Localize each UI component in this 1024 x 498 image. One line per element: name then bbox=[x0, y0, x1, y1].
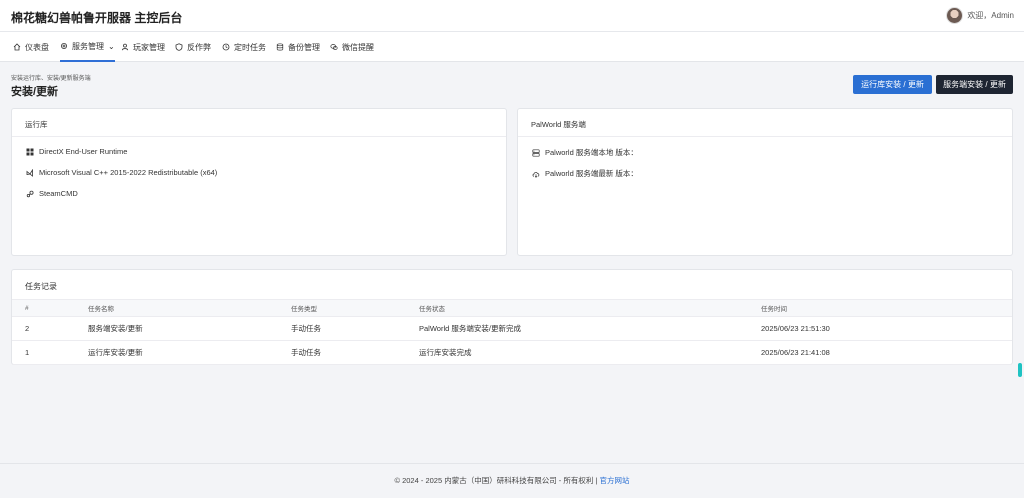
task-table: # 任务名称 任务类型 任务状态 任务时间 2 服务端安装/更新 手动任务 Pa… bbox=[12, 299, 1012, 365]
clock-icon bbox=[222, 43, 230, 51]
home-icon bbox=[13, 43, 21, 51]
windows-icon bbox=[26, 148, 34, 155]
server-install-button[interactable]: 服务端安装 / 更新 bbox=[936, 75, 1013, 94]
server-card: PalWorld 服务端 Palworld 服务端本地 版本： Palworld… bbox=[517, 108, 1013, 256]
nav-item-players[interactable]: 玩家管理 bbox=[121, 32, 165, 62]
footer-copyright: © 2024 - 2025 内蒙古（中国）研科科技有限公司 - 所有权利 | bbox=[394, 476, 600, 485]
nav-label: 反作弊 bbox=[187, 42, 211, 52]
task-type: 手动任务 bbox=[291, 340, 419, 365]
cloud-icon bbox=[532, 171, 540, 178]
table-header-row: # 任务名称 任务类型 任务状态 任务时间 bbox=[12, 299, 1012, 317]
runtime-item-steamcmd: SteamCMD bbox=[26, 189, 78, 198]
nav-label: 备份管理 bbox=[288, 42, 320, 52]
table-row: 1 运行库安装/更新 手动任务 运行库安装完成 2025/06/23 21:41… bbox=[12, 340, 1012, 365]
task-time: 2025/06/23 21:41:08 bbox=[761, 340, 1012, 365]
nav-label: 定时任务 bbox=[234, 42, 266, 52]
nav-label: 玩家管理 bbox=[133, 42, 165, 52]
column-header-type: 任务类型 bbox=[291, 299, 419, 317]
shield-icon bbox=[175, 43, 183, 51]
task-records-card: 任务记录 # 任务名称 任务类型 任务状态 任务时间 2 服务端安装/更新 手动… bbox=[11, 269, 1013, 365]
nav-item-anticheat[interactable]: 反作弊 bbox=[175, 32, 211, 62]
runtime-card-title: 运行库 bbox=[12, 109, 506, 137]
task-status: 运行库安装完成 bbox=[419, 340, 761, 365]
runtime-item-label: DirectX End-User Runtime bbox=[39, 147, 128, 156]
task-name: 运行库安装/更新 bbox=[88, 340, 291, 365]
task-time: 2025/06/23 21:51:30 bbox=[761, 316, 1012, 341]
nav-label: 微信提醒 bbox=[342, 42, 374, 52]
server-latest-version: Palworld 服务端最新 版本： bbox=[532, 168, 638, 179]
user-greeting[interactable]: 欢迎，Admin bbox=[967, 10, 1014, 21]
nav-label: 服务管理 bbox=[72, 41, 104, 51]
nav-item-backup[interactable]: 备份管理 bbox=[276, 32, 320, 62]
task-records-title: 任务记录 bbox=[25, 282, 57, 291]
runtime-item-label: Microsoft Visual C++ 2015-2022 Redistrib… bbox=[39, 168, 218, 177]
runtime-item-label: SteamCMD bbox=[39, 189, 78, 198]
gear-icon bbox=[60, 42, 68, 50]
table-row: 2 服务端安装/更新 手动任务 PalWorld 服务端安装/更新完成 2025… bbox=[12, 316, 1012, 341]
official-site-link[interactable]: 官方网站 bbox=[600, 476, 630, 485]
runtime-item-vcredist: Microsoft Visual C++ 2015-2022 Redistrib… bbox=[26, 168, 217, 177]
server-local-version-label: Palworld 服务端本地 版本： bbox=[545, 148, 638, 157]
wechat-icon bbox=[330, 43, 338, 51]
steam-icon bbox=[26, 190, 34, 197]
column-header-name: 任务名称 bbox=[88, 299, 291, 317]
task-status: PalWorld 服务端安装/更新完成 bbox=[419, 316, 761, 341]
nav-item-scheduled-tasks[interactable]: 定时任务 bbox=[222, 32, 266, 62]
app-title: 棉花糖幻兽帕鲁开服器 主控后台 bbox=[11, 11, 183, 25]
server-card-title: PalWorld 服务端 bbox=[518, 109, 1012, 137]
runtime-install-button[interactable]: 运行库安装 / 更新 bbox=[853, 75, 932, 94]
server-icon bbox=[532, 148, 540, 157]
nav-item-service-management[interactable]: 服务管理 ⌄ bbox=[60, 32, 115, 62]
avatar[interactable] bbox=[946, 7, 964, 24]
main-nav: 仪表盘 服务管理 ⌄ 玩家管理 反作弊 定时任务 备份管理 微信提醒 bbox=[0, 32, 1024, 62]
server-local-version: Palworld 服务端本地 版本： bbox=[532, 147, 638, 158]
database-icon bbox=[276, 43, 284, 51]
task-type: 手动任务 bbox=[291, 316, 419, 341]
visual-studio-icon bbox=[26, 168, 33, 177]
column-header-time: 任务时间 bbox=[761, 299, 1012, 317]
nav-label: 仪表盘 bbox=[25, 42, 49, 52]
user-menu[interactable]: 欢迎，Admin bbox=[946, 7, 1014, 24]
breadcrumb: 安装运行库、安装/更新服务端 bbox=[11, 76, 91, 82]
column-header-index: # bbox=[12, 299, 88, 317]
server-latest-version-label: Palworld 服务端最新 版本： bbox=[545, 169, 638, 178]
task-index: 1 bbox=[12, 340, 88, 365]
nav-item-wechat-alerts[interactable]: 微信提醒 bbox=[330, 32, 374, 62]
footer: © 2024 - 2025 内蒙古（中国）研科科技有限公司 - 所有权利 | 官… bbox=[0, 463, 1024, 498]
runtime-card: 运行库 DirectX End-User Runtime Microsoft V… bbox=[11, 108, 507, 256]
task-index: 2 bbox=[12, 316, 88, 341]
chevron-down-icon: ⌄ bbox=[108, 41, 115, 51]
runtime-item-directx: DirectX End-User Runtime bbox=[26, 147, 127, 156]
task-name: 服务端安装/更新 bbox=[88, 316, 291, 341]
page-title: 安装/更新 bbox=[11, 86, 59, 98]
scroll-indicator[interactable] bbox=[1018, 363, 1022, 377]
nav-item-dashboard[interactable]: 仪表盘 bbox=[13, 32, 49, 62]
top-bar: 棉花糖幻兽帕鲁开服器 主控后台 欢迎，Admin bbox=[0, 0, 1024, 32]
column-header-status: 任务状态 bbox=[419, 299, 761, 317]
user-icon bbox=[121, 43, 129, 51]
